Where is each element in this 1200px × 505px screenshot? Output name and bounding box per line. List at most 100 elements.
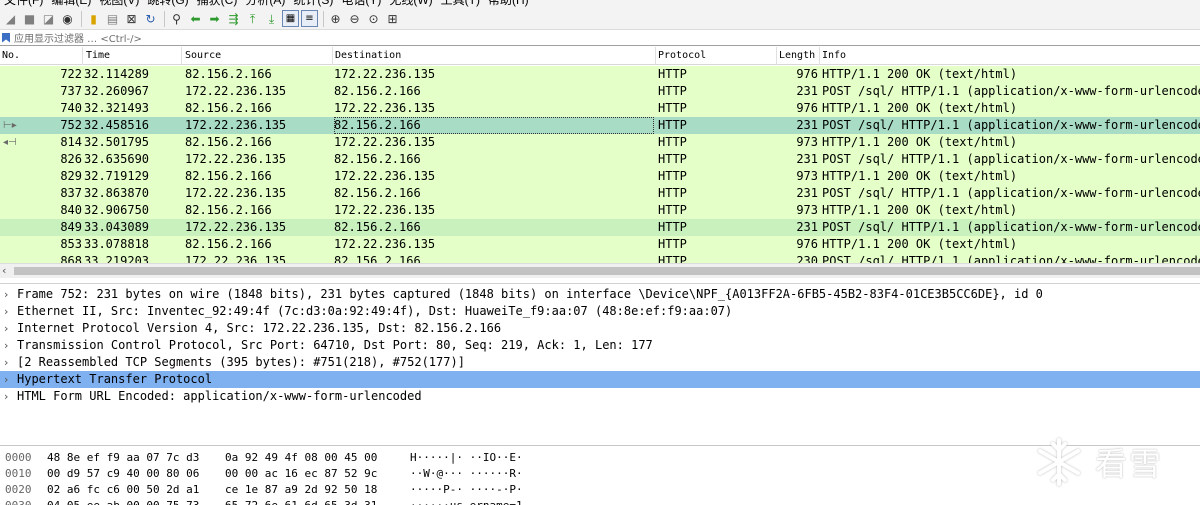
capture-options-icon[interactable]: ◉ — [59, 10, 76, 27]
go-back-icon[interactable]: ⬅ — [187, 10, 204, 27]
detail-tree-item[interactable]: › Frame 752: 231 bytes on wire (1848 bits… — [0, 286, 1200, 303]
expand-arrow-icon[interactable]: › — [4, 371, 14, 388]
packet-cell-info: POST /sql/ HTTP/1.1 (application/x-www-f… — [822, 152, 1200, 166]
expand-arrow-icon[interactable]: › — [4, 354, 14, 371]
detail-tree-item[interactable]: › Ethernet II, Src: Inventec_92:49:4f (7c… — [0, 303, 1200, 320]
detail-tree-label: Ethernet II, Src: Inventec_92:49:4f (7c:… — [17, 304, 733, 318]
zoom-in-icon[interactable]: ⊕ — [327, 10, 344, 27]
column-header-no[interactable]: No. — [0, 47, 83, 65]
column-header-destination[interactable]: Destination — [333, 47, 656, 65]
menu-item[interactable]: 分析(A) — [241, 0, 289, 6]
packet-cell-src: 172.22.236.135 — [185, 186, 287, 200]
expand-arrow-icon[interactable]: › — [4, 320, 14, 337]
menu-item[interactable]: 电话(Y) — [337, 0, 385, 6]
packet-row[interactable]: 722 32.114289 82.156.2.166 172.22.236.135 HT… — [0, 66, 1200, 83]
bookmark-icon[interactable] — [2, 32, 10, 43]
restart-capture-icon[interactable]: ◪ — [40, 10, 57, 27]
hex-dump-row[interactable]: 0010 00 d9 57 c9 40 00 80 06 00 00 ac 16 e… — [0, 466, 1200, 482]
packet-row[interactable]: 849 33.043089 172.22.236.135 82.156.2.166 HT… — [0, 219, 1200, 236]
expand-arrow-icon[interactable]: › — [4, 388, 14, 405]
packet-row[interactable]: 840 32.906750 82.156.2.166 172.22.236.135 HT… — [0, 202, 1200, 219]
packet-cell-proto: HTTP — [658, 169, 687, 183]
menu-item[interactable]: 跳转(G) — [143, 0, 192, 6]
packet-cell-proto: HTTP — [658, 186, 687, 200]
packet-cell-time: 32.321493 — [84, 101, 150, 115]
hex-dump-row[interactable]: 0030 04 05 ee ab 00 00 75 73 65 72 6e 61 6… — [0, 498, 1200, 505]
column-header-info[interactable]: Info — [820, 47, 1200, 65]
hex-dump-hex1: 04 05 ee ab 00 00 75 73 — [47, 498, 199, 505]
detail-tree-item[interactable]: › [2 Reassembled TCP Segments (395 bytes)… — [0, 354, 1200, 371]
column-header-length[interactable]: Length — [777, 47, 820, 65]
display-filter-bar[interactable]: 应用显示过滤器 … <Ctrl-/> — [0, 30, 1200, 46]
save-file-icon[interactable]: ▤ — [104, 10, 121, 27]
column-header-time[interactable]: Time — [84, 47, 182, 65]
watermark-text: 看雪 — [1095, 445, 1164, 483]
scrollbar-thumb[interactable] — [14, 267, 1200, 275]
stop-square-icon[interactable]: ■ — [21, 10, 38, 27]
expand-arrow-icon[interactable]: › — [4, 337, 14, 354]
packet-row[interactable]: 837 32.863870 172.22.236.135 82.156.2.166 HT… — [0, 185, 1200, 202]
packet-list[interactable]: No. Time Source Destination Protocol Len… — [0, 47, 1200, 263]
packet-cell-len: 976 — [796, 101, 818, 115]
detail-tree-item[interactable]: › Hypertext Transfer Protocol — [0, 371, 1200, 388]
packet-row[interactable]: ⊢▸ 752 32.458516 172.22.236.135 82.156.2.166… — [0, 117, 1200, 134]
menu-item[interactable]: 视图(V) — [95, 0, 143, 6]
packet-cell-no: 826 — [60, 152, 82, 166]
detail-tree-item[interactable]: › HTML Form URL Encoded: application/x-ww… — [0, 388, 1200, 405]
hex-dump-row[interactable]: 0020 02 a6 fc c6 00 50 2d a1 ce 1e 87 a9 2… — [0, 482, 1200, 498]
packet-row[interactable]: 868 33.219203 172.22.236.135 82.156.2.166 HT… — [0, 253, 1200, 263]
packet-row[interactable]: 737 32.260967 172.22.236.135 82.156.2.166 HT… — [0, 83, 1200, 100]
menu-item[interactable]: 文件(F) — [0, 0, 47, 6]
scroll-left-arrow-icon[interactable]: ‹ — [2, 264, 6, 278]
shark-fin-start-icon[interactable]: ◢ — [2, 10, 19, 27]
packet-cell-time: 32.719129 — [84, 169, 150, 183]
display-filter-input[interactable]: 应用显示过滤器 … <Ctrl-/> — [14, 30, 142, 45]
packet-list-header: No. Time Source Destination Protocol Len… — [0, 47, 1200, 65]
packet-row[interactable]: 826 32.635690 172.22.236.135 82.156.2.166 HT… — [0, 151, 1200, 168]
expand-arrow-icon[interactable]: › — [4, 286, 14, 303]
menu-item[interactable]: 帮助(H) — [484, 0, 533, 6]
detail-tree-label: [2 Reassembled TCP Segments (395 bytes):… — [17, 355, 465, 369]
packet-details[interactable]: › Frame 752: 231 bytes on wire (1848 bits… — [0, 283, 1200, 443]
menu-item[interactable]: 无线(W) — [385, 0, 436, 6]
zoom-out-icon[interactable]: ⊖ — [346, 10, 363, 27]
packet-cell-len: 230 — [796, 254, 818, 263]
column-header-source[interactable]: Source — [183, 47, 333, 65]
packet-row[interactable]: ◂⊣ 814 32.501795 82.156.2.166 172.22.236.135… — [0, 134, 1200, 151]
colorize-icon[interactable]: ≡ — [301, 10, 318, 27]
menu-item[interactable]: 捕获(C) — [193, 0, 242, 6]
packet-cell-proto: HTTP — [658, 220, 687, 234]
related-packet-marker-icon: ⊢▸ — [3, 120, 17, 131]
go-forward-icon[interactable]: ➡ — [206, 10, 223, 27]
open-file-icon[interactable]: ▮ — [85, 10, 102, 27]
packet-row[interactable]: 740 32.321493 82.156.2.166 172.22.236.135 HT… — [0, 100, 1200, 117]
packet-list-hscrollbar[interactable]: ‹ — [0, 263, 1200, 278]
zoom-normal-icon[interactable]: ⊙ — [365, 10, 382, 27]
hex-dump-ascii: ·····P-· ····-·P· — [410, 483, 523, 496]
packet-cell-no: 840 — [60, 203, 82, 217]
first-packet-icon[interactable]: ⤒ — [244, 10, 261, 27]
menu-item[interactable]: 编辑(E) — [47, 0, 95, 6]
close-file-icon[interactable]: ⊠ — [123, 10, 140, 27]
packet-cell-info: HTTP/1.1 200 OK (text/html) — [822, 169, 1018, 183]
hex-dump-row[interactable]: 0000 48 8e ef f9 aa 07 7c d3 0a 92 49 4f 0… — [0, 450, 1200, 466]
menu-item[interactable]: 工具(T) — [437, 0, 484, 6]
packet-cell-src: 82.156.2.166 — [185, 169, 272, 183]
packet-bytes[interactable]: 0000 48 8e ef f9 aa 07 7c d3 0a 92 49 4f 0… — [0, 445, 1200, 505]
reload-file-icon[interactable]: ↻ — [142, 10, 159, 27]
packet-row[interactable]: 853 33.078818 82.156.2.166 172.22.236.135 HT… — [0, 236, 1200, 253]
packet-cell-proto: HTTP — [658, 84, 687, 98]
hex-dump-ascii: ······us ername=1 — [410, 498, 523, 505]
go-to-packet-icon[interactable]: ⇶ — [225, 10, 242, 27]
expand-arrow-icon[interactable]: › — [4, 303, 14, 320]
hex-dump-offset: 0020 — [5, 483, 32, 496]
find-packet-icon[interactable]: ⚲ — [168, 10, 185, 27]
last-packet-icon[interactable]: ⤓ — [263, 10, 280, 27]
resize-columns-icon[interactable]: ⊞ — [384, 10, 401, 27]
packet-cell-no: 853 — [60, 237, 82, 251]
auto-scroll-icon[interactable]: ▦ — [282, 10, 299, 27]
packet-row[interactable]: 829 32.719129 82.156.2.166 172.22.236.135 HT… — [0, 168, 1200, 185]
menu-item[interactable]: 统计(S) — [289, 0, 337, 6]
detail-tree-item[interactable]: › Internet Protocol Version 4, Src: 172.2… — [0, 320, 1200, 337]
detail-tree-item[interactable]: › Transmission Control Protocol, Src Port… — [0, 337, 1200, 354]
